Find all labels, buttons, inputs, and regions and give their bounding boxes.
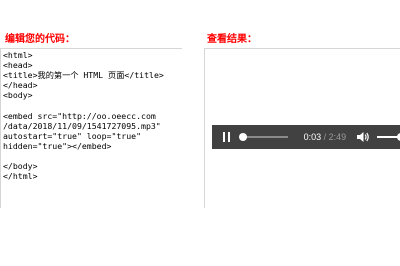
play-pause-button[interactable]	[212, 125, 236, 149]
mute-button[interactable]	[357, 130, 371, 144]
code-pane: <html> <head> <title>我的第一个 HTML 页面</titl…	[0, 48, 182, 208]
total-time: 2:49	[328, 132, 347, 142]
audio-player: 0:03 / 2:49	[212, 125, 400, 149]
time-display: 0:03 / 2:49	[304, 132, 347, 142]
current-time: 0:03	[303, 132, 322, 142]
result-pane-title: 查看结果：	[207, 34, 257, 45]
code-editor[interactable]: <html> <head> <title>我的第一个 HTML 页面</titl…	[1, 49, 182, 181]
result-pane: 0:03 / 2:49	[204, 48, 400, 208]
pause-icon	[223, 132, 233, 142]
time-separator: /	[321, 132, 329, 142]
seek-thumb[interactable]	[238, 133, 247, 141]
volume-icon	[357, 132, 370, 142]
code-pane-title: 编辑您的代码：	[5, 34, 75, 45]
volume-slider[interactable]	[377, 133, 400, 141]
seek-slider[interactable]	[238, 133, 288, 141]
